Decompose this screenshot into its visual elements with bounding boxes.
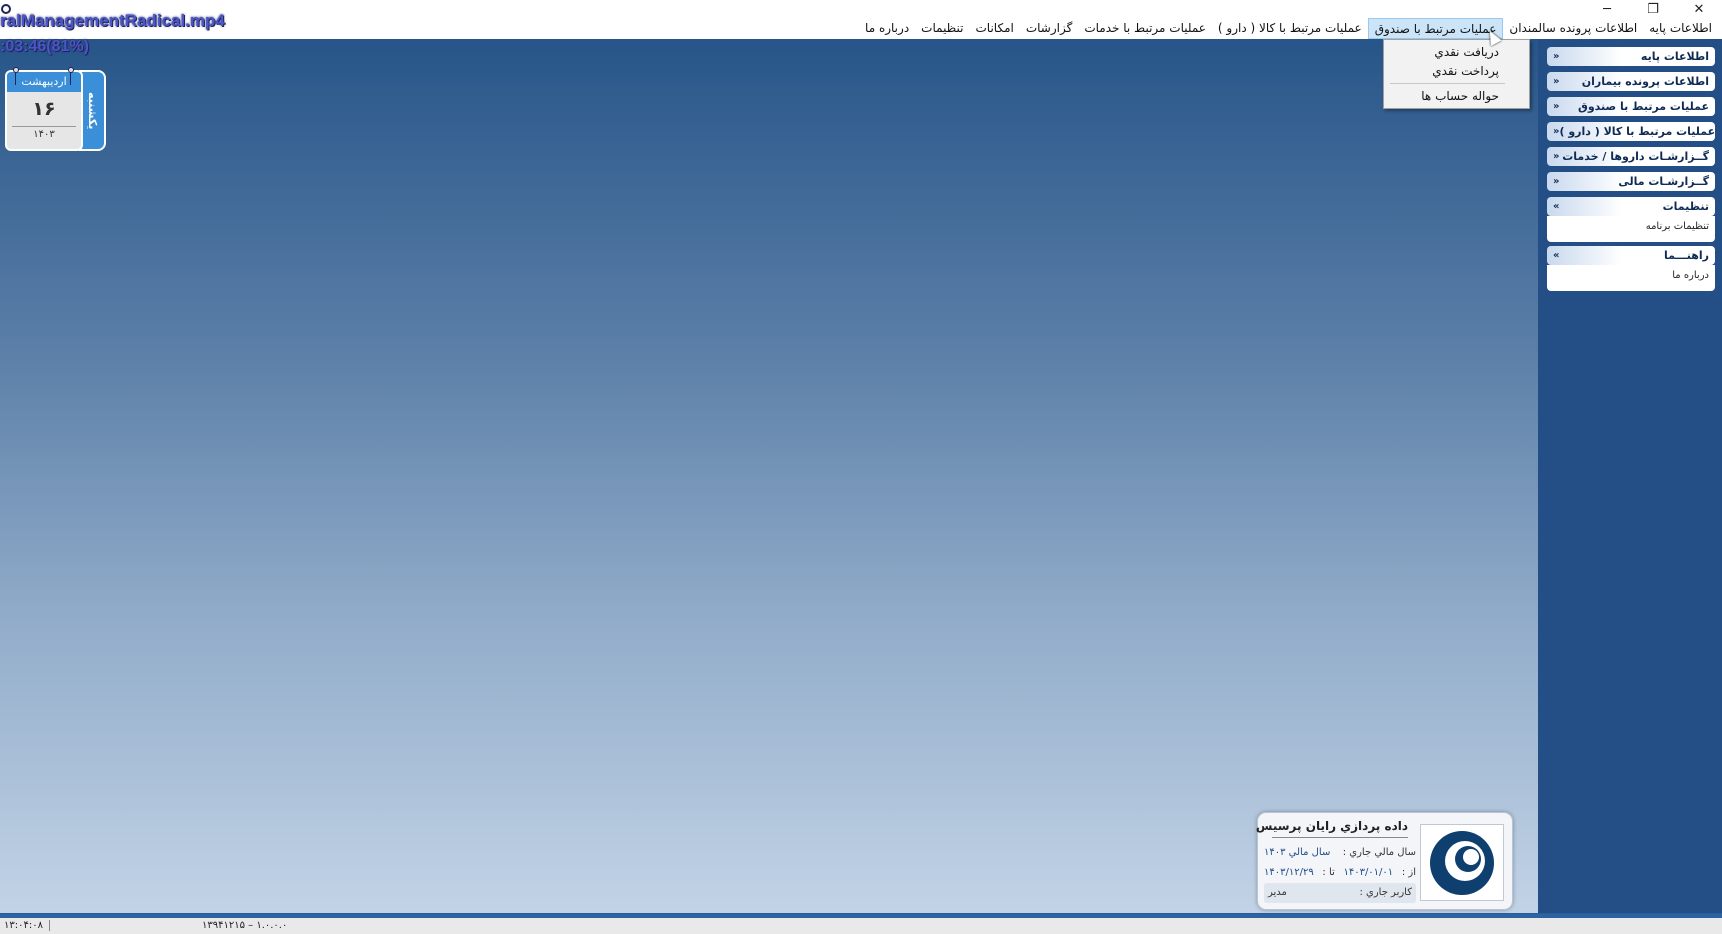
menu-item-settings[interactable]: تنظيمات <box>915 18 969 39</box>
side-group-title: تنظيمات <box>1662 200 1709 213</box>
video-overlay-title: ralManagementRadical.mp4 <box>0 11 225 30</box>
dropdown-item-cash-receipt[interactable]: دريافت نقدي <box>1384 43 1529 62</box>
menu-item-goods-operations[interactable]: عمليات مرتبط با كالا ( دارو ) <box>1212 18 1368 39</box>
side-group-goods-operations[interactable]: » عمليات مرتبط با كالا ( دارو ) <box>1547 122 1715 141</box>
side-group-title: گــزارشـات داروها / خدمات <box>1562 150 1709 163</box>
calendar-ring-icon <box>68 67 74 85</box>
side-group-drug-service-reports[interactable]: » گــزارشـات داروها / خدمات <box>1547 147 1715 166</box>
calendar-ring-icon <box>13 67 19 85</box>
side-group-patient-records[interactable]: » اطلاعات پرونده بيماران <box>1547 72 1715 91</box>
current-user-row: كاربر جاري : مدير <box>1264 883 1416 903</box>
calendar-page: ارديبهشت ۱۶ ۱۴۰۳ <box>5 70 83 151</box>
fiscal-range-row: از : ۱۴۰۳/۰۱/۰۱ تا : ۱۴۰۳/۱۲/۲۹ <box>1264 863 1416 883</box>
menu-item-elderly-records[interactable]: اطلاعات پرونده سالمندان <box>1503 18 1643 39</box>
current-user-value: مدير <box>1268 887 1287 898</box>
to-label: تا : <box>1322 867 1335 878</box>
side-group-title: اطلاعات پايه <box>1640 50 1709 63</box>
company-info: داده پردازي رايان پرسيس سال مالي جاري : … <box>1256 819 1416 903</box>
minimize-button[interactable]: ─ <box>1584 0 1630 18</box>
side-link-app-settings[interactable]: تنظيمات برنامه <box>1553 218 1709 236</box>
chevron-double-down-icon[interactable]: » <box>1553 151 1559 162</box>
chevron-double-down-icon[interactable]: » <box>1553 176 1559 187</box>
current-user-label: كاربر جاري : <box>1359 887 1412 898</box>
menu-item-service-operations[interactable]: عمليات مرتبط با خدمات <box>1078 18 1212 39</box>
menu-item-tools[interactable]: امكانات <box>970 18 1020 39</box>
close-button[interactable]: ✕ <box>1676 0 1722 18</box>
menu-item-cash-operations[interactable]: عمليات مرتبط با صندوق <box>1367 18 1504 39</box>
menubar: اطلاعات پايه اطلاعات پرونده سالمندان عمل… <box>859 18 1722 39</box>
status-version: ۱۳۹۴۱۲۱۵ – ۱.۰.۰.۰ <box>202 920 288 931</box>
side-group-title: گــزارشـات مالی <box>1618 175 1709 188</box>
cash-operations-dropdown: دريافت نقدي پرداخت نقدي حواله حساب ها <box>1383 39 1530 109</box>
side-group-header[interactable]: « تنظيمات <box>1547 197 1715 216</box>
company-logo <box>1420 824 1504 901</box>
fiscal-year-label: سال مالي جاري : <box>1342 847 1416 858</box>
calendar-year: ۱۴۰۳ <box>12 126 76 140</box>
restore-button[interactable]: ❐ <box>1630 0 1676 18</box>
chevron-double-down-icon[interactable]: » <box>1553 76 1559 87</box>
from-label: از : <box>1401 867 1416 878</box>
fiscal-year-value: سال مالي ۱۴۰۳ <box>1264 847 1331 858</box>
chevron-double-down-icon[interactable]: » <box>1553 51 1559 62</box>
dropdown-item-account-transfer[interactable]: حواله حساب ها <box>1384 87 1529 106</box>
side-group-title: عمليات مرتبط با صندوق <box>1577 100 1709 113</box>
status-clock: ۱۳:۰۴:۰۸ <box>4 920 50 931</box>
side-group-header[interactable]: » عمليات مرتبط با صندوق <box>1547 97 1715 116</box>
side-group-header[interactable]: » گــزارشـات مالی <box>1547 172 1715 191</box>
side-group-header[interactable]: » اطلاعات پايه <box>1547 47 1715 66</box>
side-group-body: درباره ما <box>1547 265 1715 291</box>
side-navigation-panel: » اطلاعات پايه » اطلاعات پرونده بيماران … <box>1538 39 1722 913</box>
chevron-double-down-icon[interactable]: » <box>1553 101 1559 112</box>
side-group-settings[interactable]: « تنظيمات تنظيمات برنامه <box>1547 197 1715 242</box>
desktop-area <box>0 39 1538 913</box>
dropdown-item-cash-payment[interactable]: پرداخت نقدي <box>1384 62 1529 81</box>
side-link-about[interactable]: درباره ما <box>1553 267 1709 285</box>
calendar-widget: يكشنبه ارديبهشت ۱۶ ۱۴۰۳ <box>5 67 106 151</box>
side-group-title: راهنـــما <box>1663 249 1709 262</box>
menu-item-about[interactable]: درباره ما <box>859 18 915 39</box>
side-group-header[interactable]: » اطلاعات پرونده بيماران <box>1547 72 1715 91</box>
company-info-card: داده پردازي رايان پرسيس سال مالي جاري : … <box>1256 812 1513 910</box>
fiscal-year-row: سال مالي جاري : سال مالي ۱۴۰۳ <box>1264 843 1416 863</box>
company-name: داده پردازي رايان پرسيس <box>1256 819 1408 838</box>
calendar-day: ۱۶ <box>32 98 56 120</box>
side-group-title: اطلاعات پرونده بيماران <box>1581 75 1709 88</box>
side-group-body: تنظيمات برنامه <box>1547 216 1715 242</box>
dropdown-separator <box>1390 83 1505 84</box>
window-controls: ─ ❐ ✕ <box>1584 0 1722 18</box>
company-logo-icon <box>1430 830 1494 895</box>
side-group-title: عمليات مرتبط با كالا ( دارو ) <box>1559 125 1716 138</box>
menu-item-reports[interactable]: گزارشات <box>1020 18 1078 39</box>
from-date: ۱۴۰۳/۰۱/۰۱ <box>1343 867 1394 878</box>
title-bar: ralManagementRadical.mp4 ─ ❐ ✕ اطلاعات پ… <box>0 0 1722 39</box>
calendar-weekday: يكشنبه <box>86 91 99 130</box>
side-group-base-info[interactable]: » اطلاعات پايه <box>1547 47 1715 66</box>
to-date: ۱۴۰۳/۱۲/۲۹ <box>1264 867 1314 878</box>
chevron-double-up-icon[interactable]: « <box>1553 250 1559 261</box>
side-group-cash-operations[interactable]: » عمليات مرتبط با صندوق <box>1547 97 1715 116</box>
side-group-header[interactable]: « راهنـــما <box>1547 246 1715 265</box>
menu-item-base-info[interactable]: اطلاعات پايه <box>1643 18 1718 39</box>
side-group-header[interactable]: » گــزارشـات داروها / خدمات <box>1547 147 1715 166</box>
chevron-double-up-icon[interactable]: « <box>1553 201 1559 212</box>
video-overlay-timer: :03:46(81%) <box>0 38 89 55</box>
calendar-weekday-tab: يكشنبه <box>79 70 106 151</box>
side-group-financial-reports[interactable]: » گــزارشـات مالی <box>1547 172 1715 191</box>
side-group-header[interactable]: » عمليات مرتبط با كالا ( دارو ) <box>1547 122 1715 141</box>
side-group-help[interactable]: « راهنـــما درباره ما <box>1547 246 1715 291</box>
status-bar: ۱۳:۰۴:۰۸ ۱۳۹۴۱۲۱۵ – ۱.۰.۰.۰ <box>0 913 1722 934</box>
